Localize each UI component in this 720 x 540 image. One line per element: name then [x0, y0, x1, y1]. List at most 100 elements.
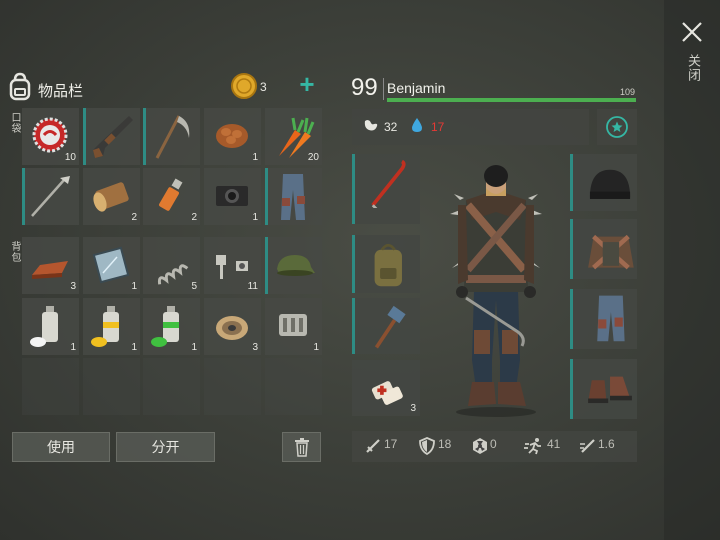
durability-bar	[570, 219, 573, 279]
inventory-title: 物品栏	[38, 83, 84, 100]
inventory-slot[interactable]	[22, 168, 79, 225]
crowbar-icon	[371, 159, 406, 208]
item-count: 2	[191, 212, 197, 223]
equipment-slot[interactable]: 3	[352, 360, 420, 416]
inventory-slot[interactable]: 3	[204, 298, 261, 355]
equipment-slot[interactable]	[570, 154, 637, 211]
character-level: 99	[351, 74, 378, 101]
water-drop-icon	[411, 117, 423, 133]
item-count: 1	[252, 212, 258, 223]
equipment-slot[interactable]	[352, 154, 420, 224]
inventory-slot[interactable]: 5	[143, 237, 200, 294]
golf-club-icon	[31, 176, 70, 217]
close-icon[interactable]	[681, 21, 703, 43]
item-count: 3	[410, 403, 416, 414]
inventory-slot[interactable]: 1	[265, 298, 322, 355]
favorite-button[interactable]	[597, 109, 637, 145]
empty-slot[interactable]	[83, 358, 140, 415]
attack-value: 17	[384, 437, 398, 451]
inventory-slot[interactable]: 10	[22, 108, 79, 165]
empty-slot[interactable]	[265, 358, 322, 415]
boots-icon	[588, 376, 632, 404]
defense-value: 18	[438, 437, 452, 451]
pocket-label: 口袋	[9, 112, 20, 134]
trash-button[interactable]	[282, 432, 321, 462]
character-figure	[436, 160, 556, 420]
inventory-slot[interactable]: 20	[265, 108, 322, 165]
inventory-slot[interactable]	[83, 108, 140, 165]
item-count: 1	[131, 281, 137, 292]
name-divider	[383, 78, 384, 100]
backpack-icon	[374, 243, 402, 287]
water-value: 17	[431, 120, 445, 134]
food-value: 32	[384, 120, 398, 134]
scythe-icon	[155, 115, 190, 159]
stomach-icon	[362, 118, 380, 134]
item-count: 3	[70, 281, 76, 292]
radiation-value: 0	[490, 437, 497, 451]
durability-bar	[570, 289, 573, 349]
coin-count: 3	[260, 80, 267, 94]
durability-bar	[352, 298, 355, 354]
military-cap-icon	[277, 255, 315, 276]
durability-bar	[352, 235, 355, 293]
inventory-slot[interactable]	[265, 237, 322, 294]
inventory-slot[interactable]: 2	[143, 168, 200, 225]
add-coins-button[interactable]: +	[294, 71, 320, 98]
item-count: 20	[307, 152, 319, 163]
sword-icon	[365, 438, 381, 459]
inventory-slot[interactable]: 3	[22, 237, 79, 294]
inventory-slot[interactable]: 1	[204, 108, 261, 165]
item-count: 1	[191, 342, 197, 353]
running-icon	[524, 437, 544, 460]
use-button[interactable]: 使用	[12, 432, 110, 462]
equipment-slot[interactable]	[570, 289, 637, 349]
item-count: 1	[131, 342, 137, 353]
equipment-slot[interactable]	[570, 359, 637, 419]
equipment-slot[interactable]	[570, 219, 637, 279]
inventory-slot[interactable]	[265, 168, 322, 225]
sledgehammer-icon	[374, 305, 406, 349]
star-badge-icon	[606, 116, 628, 138]
beanie-icon	[589, 169, 631, 199]
item-count: 1	[252, 152, 258, 163]
armored-jeans-icon	[597, 295, 625, 342]
bandage-icon	[371, 381, 403, 405]
durability-bar	[570, 359, 573, 419]
health-bar-track	[387, 98, 636, 102]
trash-icon	[294, 438, 309, 457]
inventory-slot[interactable]: 1	[83, 237, 140, 294]
inventory-slot[interactable]: 1	[204, 168, 261, 225]
item-count: 5	[191, 281, 197, 292]
item-count: 3	[252, 342, 258, 353]
durability-bar	[570, 154, 573, 211]
inventory-slot[interactable]: 11	[204, 237, 261, 294]
item-count: 10	[64, 152, 76, 163]
health-max: 109	[620, 87, 636, 97]
speed-value: 41	[547, 437, 561, 451]
item-count: 1	[313, 342, 319, 353]
attack-speed-value: 1.6	[598, 437, 615, 451]
empty-slot[interactable]	[22, 358, 79, 415]
inventory-slot[interactable]: 1	[83, 298, 140, 355]
split-button[interactable]: 分开	[116, 432, 215, 462]
shotgun-icon	[93, 116, 133, 158]
empty-slot[interactable]	[143, 358, 200, 415]
empty-slot[interactable]	[204, 358, 261, 415]
equipment-slot[interactable]	[352, 298, 420, 354]
inventory-slot[interactable]: 1	[143, 298, 200, 355]
attack-speed-icon	[579, 437, 597, 460]
health-bar-fill	[387, 98, 636, 102]
close-label[interactable]: 关闭	[684, 54, 703, 82]
character-name: Benjamin	[387, 80, 446, 96]
radiation-icon	[471, 437, 489, 460]
equipment-slot[interactable]	[352, 235, 420, 293]
shield-icon	[419, 437, 435, 460]
inventory-slot[interactable]: 2	[83, 168, 140, 225]
coin-icon	[231, 73, 257, 99]
inventory-slot[interactable]	[143, 108, 200, 165]
inventory-slot[interactable]: 1	[22, 298, 79, 355]
jeans-icon	[281, 174, 305, 220]
item-count: 2	[131, 212, 137, 223]
item-count: 1	[70, 342, 76, 353]
